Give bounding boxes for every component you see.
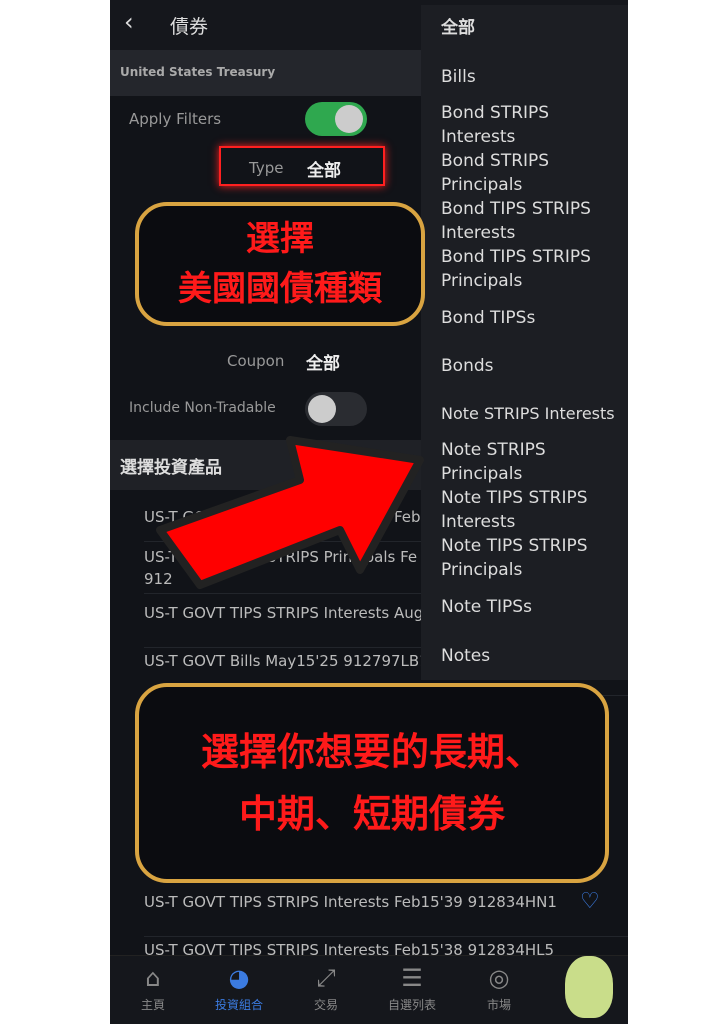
dropdown-option[interactable]: Bonds <box>441 354 626 378</box>
nav-label: 投資組合 <box>214 998 263 1012</box>
nav-portfolio[interactable]: ◕ 投資組合 <box>199 964 279 1013</box>
dropdown-option[interactable]: Bond TIPSs <box>441 306 626 330</box>
callout-term: 選擇你想要的長期、 中期、短期債券 <box>135 683 609 883</box>
type-select[interactable]: Type 全部 <box>219 146 385 186</box>
dropdown-option[interactable]: Note STRIPS Interests <box>441 402 626 426</box>
nav-label: 市場 <box>486 998 511 1012</box>
dropdown-option[interactable]: 全部 <box>441 16 626 40</box>
nav-label: 交易 <box>313 998 338 1012</box>
mascot-pear-image <box>565 956 613 1018</box>
callout-text: 中期、短期債券 <box>238 792 505 836</box>
type-value: 全部 <box>307 161 341 181</box>
back-button[interactable]: ‹ <box>124 8 134 36</box>
pie-chart-icon: ◕ <box>228 964 250 992</box>
callout-text: 選擇你想要的長期、 <box>200 730 543 774</box>
nav-watchlist[interactable]: ☰ 自選列表 <box>372 964 452 1013</box>
nav-label: 主頁 <box>140 998 165 1012</box>
globe-search-icon: ◎ <box>488 964 510 992</box>
dropdown-option[interactable]: Note TIPSs <box>441 595 626 619</box>
list-item[interactable]: US-T GOVT TIPS STRIPS Interests Feb15'39… <box>144 893 628 937</box>
nav-home[interactable]: ⌂ 主頁 <box>113 964 193 1013</box>
dropdown-option[interactable]: Bond STRIPS Interests <box>441 101 626 149</box>
arrows-icon: ⤢ <box>316 964 336 992</box>
coupon-label: Coupon <box>227 352 285 370</box>
watchlist-icon: ☰ <box>401 964 423 992</box>
dropdown-option[interactable]: Bond TIPS STRIPS Interests <box>441 197 626 245</box>
bottom-nav: ⌂ 主頁 ◕ 投資組合 ⤢ 交易 ☰ 自選列表 ◎ 市場 <box>110 955 628 1024</box>
type-label: Type <box>249 159 284 177</box>
type-dropdown: 全部 Bills Bond STRIPS Interests Bond STRI… <box>421 5 628 680</box>
nontradable-label: Include Non-Tradable <box>129 400 276 416</box>
dropdown-option[interactable]: Bills <box>441 65 626 89</box>
red-arrow-annotation <box>156 436 424 589</box>
dropdown-option[interactable]: Note STRIPS Principals <box>441 438 626 486</box>
apply-filters-label: Apply Filters <box>129 110 222 128</box>
dropdown-option[interactable]: Note TIPS STRIPS Principals <box>441 534 626 582</box>
list-item[interactable]: US-T GOVT TIPS STRIPS Interests Feb15'38… <box>144 941 628 955</box>
nav-trade[interactable]: ⤢ 交易 <box>286 964 366 1013</box>
nav-market[interactable]: ◎ 市場 <box>459 964 539 1013</box>
coupon-select[interactable]: 全部 <box>306 349 340 374</box>
callout-text: 美國國債種類 <box>178 269 382 309</box>
home-chart-icon: ⌂ <box>145 964 161 992</box>
dropdown-option[interactable]: Note TIPS STRIPS Interests <box>441 486 626 534</box>
callout-type: 選擇 美國國債種類 <box>135 202 425 326</box>
dropdown-option[interactable]: Bond STRIPS Principals <box>441 149 626 197</box>
dropdown-option[interactable]: Notes <box>441 644 626 668</box>
callout-text: 選擇 <box>246 219 314 259</box>
nav-label: 自選列表 <box>387 998 436 1012</box>
apply-filters-toggle[interactable] <box>305 102 367 136</box>
page-title: 債券 <box>170 16 209 38</box>
dropdown-option[interactable]: Bond TIPS STRIPS Principals <box>441 245 626 293</box>
favorite-heart-icon[interactable]: ♡ <box>580 889 600 914</box>
